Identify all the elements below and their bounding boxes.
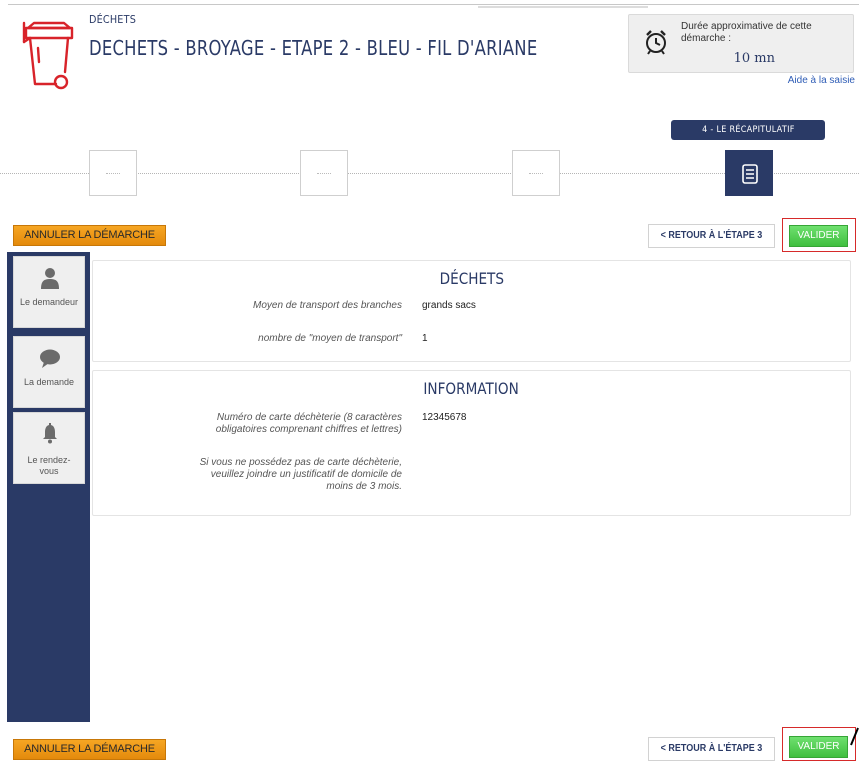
category-label: DÉCHETS: [89, 13, 137, 26]
sidebar-item-request[interactable]: La demande: [13, 336, 85, 408]
sidebar-item-requester[interactable]: Le demandeur: [13, 256, 85, 328]
bell-icon: [43, 423, 57, 444]
sidebar-item-appointment[interactable]: Le rendez-vous: [13, 412, 85, 484]
step-1[interactable]: [89, 150, 137, 196]
current-step-label: 4 - LE RÉCAPITULATIF: [701, 125, 795, 135]
back-button-bottom[interactable]: < RETOUR À L'ÉTAPE 3: [648, 737, 775, 761]
back-button-bottom-label: < RETOUR À L'ÉTAPE 3: [660, 743, 763, 754]
duration-value: 10 mn: [733, 51, 775, 66]
sidebar-item-label: Le demandeur: [19, 297, 79, 307]
step-4[interactable]: [725, 150, 773, 196]
card-number-value: 12345678: [422, 412, 467, 423]
transport-means-value: grands sacs: [422, 300, 476, 311]
current-step-badge: 4 - LE RÉCAPITULATIF: [671, 120, 825, 140]
validate-highlight-bottom: VALIDER: [782, 727, 856, 761]
validate-button-bottom[interactable]: VALIDER: [789, 736, 848, 758]
sidebar: Le demandeur La demande Le rendez-vous: [7, 252, 90, 722]
waste-section-card: DÉCHETS Moyen de transport des branches …: [92, 260, 851, 362]
validate-highlight-top: VALIDER: [782, 218, 856, 252]
duration-label: Durée approximative de cette démarche :: [681, 21, 812, 44]
step-1-dots: [106, 173, 120, 174]
speech-bubble-icon: [40, 349, 60, 368]
step-2[interactable]: [300, 150, 348, 196]
sidebar-item-label: La demande: [23, 377, 75, 387]
top-accent-line: [478, 6, 648, 8]
transport-count-value: 1: [422, 333, 428, 344]
back-button-top[interactable]: < RETOUR À L'ÉTAPE 3: [648, 224, 775, 248]
duration-box: Durée approximative de cette démarche : …: [628, 14, 854, 73]
top-border: [8, 4, 859, 5]
document-icon: [742, 164, 758, 184]
back-button-top-label: < RETOUR À L'ÉTAPE 3: [660, 230, 763, 241]
transport-means-label: Moyen de transport des branches: [253, 300, 402, 311]
validate-button-top[interactable]: VALIDER: [789, 225, 848, 247]
sidebar-item-label: Le rendez-vous: [27, 455, 71, 476]
information-section-title: INFORMATION: [93, 379, 850, 398]
step-3-dots: [529, 173, 543, 174]
cancel-button-bottom[interactable]: ANNULER LA DÉMARCHE: [13, 739, 166, 760]
waste-section-title: DÉCHETS: [93, 269, 850, 288]
card-number-label: Numéro de carte déchèterie (8 caractères…: [215, 412, 402, 435]
step-3[interactable]: [512, 150, 560, 196]
proof-of-address-note: Si vous ne possédez pas de carte déchète…: [199, 457, 402, 492]
waste-section-title-text: DÉCHETS: [439, 269, 504, 288]
mouse-cursor-icon: [850, 727, 859, 746]
user-icon: [41, 268, 59, 289]
page-title: DECHETS - BROYAGE - ETAPE 2 - BLEU - FIL…: [89, 36, 538, 60]
waste-bin-icon: [22, 21, 74, 90]
step-2-dots: [317, 173, 331, 174]
cancel-button-top[interactable]: ANNULER LA DÉMARCHE: [13, 225, 166, 246]
help-link[interactable]: Aide à la saisie: [788, 75, 855, 86]
transport-count-label: nombre de "moyen de transport": [258, 333, 402, 344]
information-section-card: INFORMATION Numéro de carte déchèterie (…: [92, 370, 851, 516]
information-section-title-text: INFORMATION: [423, 379, 520, 398]
